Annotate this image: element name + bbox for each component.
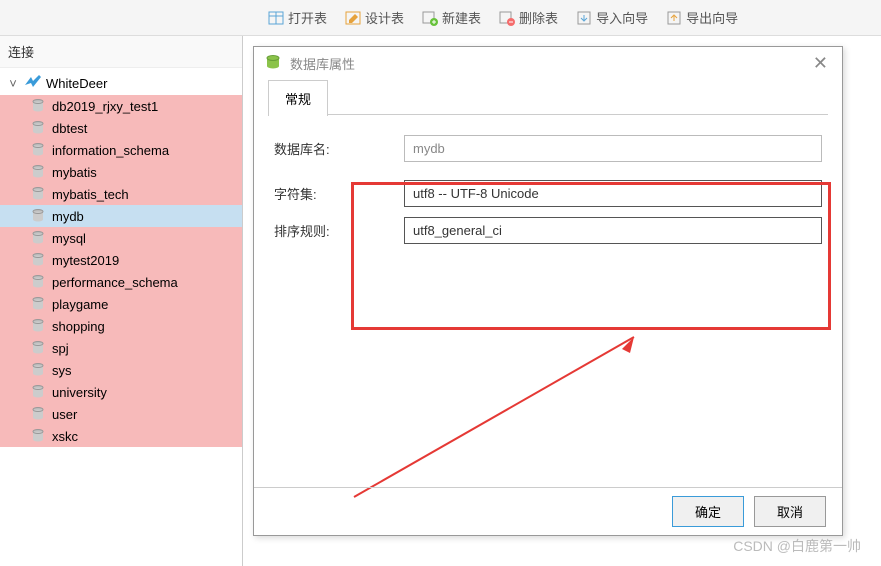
design-label: 设计表 xyxy=(365,8,404,27)
database-icon xyxy=(30,142,46,158)
form: 数据库名: 字符集: utf8 -- UTF-8 Unicode 排序规则: u… xyxy=(254,115,842,274)
database-label: shopping xyxy=(52,319,105,334)
database-node[interactable]: dbtest xyxy=(0,117,242,139)
database-label: db2019_rjxy_test1 xyxy=(52,99,158,114)
database-icon xyxy=(30,274,46,290)
table-icon xyxy=(268,10,284,26)
database-icon xyxy=(30,340,46,356)
database-icon xyxy=(30,98,46,114)
toolbar: 打开表 设计表 新建表 删除表 导入向导 导出向导 xyxy=(0,0,881,36)
connection-node[interactable]: ˅ WhiteDeer xyxy=(0,72,242,95)
database-node[interactable]: xskc xyxy=(0,425,242,447)
database-node[interactable]: university xyxy=(0,381,242,403)
database-node[interactable]: mybatis xyxy=(0,161,242,183)
dialog-footer: 确定 取消 xyxy=(254,487,842,535)
import-button[interactable]: 导入向导 xyxy=(568,4,656,31)
database-icon xyxy=(30,384,46,400)
collation-select[interactable]: utf8_general_ci xyxy=(404,217,822,244)
collation-label: 排序规则: xyxy=(274,221,404,240)
connection-icon xyxy=(24,75,42,92)
database-label: sys xyxy=(52,363,72,378)
database-icon xyxy=(30,296,46,312)
import-icon xyxy=(576,10,592,26)
database-label: spj xyxy=(52,341,69,356)
dbname-label: 数据库名: xyxy=(274,139,404,158)
database-node[interactable]: mydb xyxy=(0,205,242,227)
database-icon xyxy=(30,230,46,246)
sidebar: 连接 ˅ WhiteDeer db2019_rjxy_test1dbtest in… xyxy=(0,36,243,566)
database-icon xyxy=(30,252,46,268)
database-label: information_schema xyxy=(52,143,169,158)
design-table-button[interactable]: 设计表 xyxy=(337,4,412,31)
dbname-field[interactable] xyxy=(404,135,822,162)
database-node[interactable]: shopping xyxy=(0,315,242,337)
database-label: playgame xyxy=(52,297,108,312)
database-label: dbtest xyxy=(52,121,87,136)
database-node[interactable]: performance_schema xyxy=(0,271,242,293)
new-icon xyxy=(422,10,438,26)
database-node[interactable]: sys xyxy=(0,359,242,381)
database-node[interactable]: playgame xyxy=(0,293,242,315)
tab-general[interactable]: 常规 xyxy=(268,80,328,116)
database-properties-dialog: 数据库属性 ✕ 常规 数据库名: 字符集: utf8 -- UTF-8 Unic… xyxy=(253,46,843,536)
new-table-button[interactable]: 新建表 xyxy=(414,4,489,31)
database-node[interactable]: information_schema xyxy=(0,139,242,161)
database-icon xyxy=(30,406,46,422)
delete-table-button[interactable]: 删除表 xyxy=(491,4,566,31)
database-icon xyxy=(30,318,46,334)
database-label: mybatis_tech xyxy=(52,187,129,202)
database-node[interactable]: mytest2019 xyxy=(0,249,242,271)
database-label: university xyxy=(52,385,107,400)
cancel-button[interactable]: 取消 xyxy=(754,496,826,527)
connection-label: WhiteDeer xyxy=(46,76,107,91)
annotation-arrow xyxy=(334,327,654,507)
database-icon xyxy=(30,120,46,136)
new-label: 新建表 xyxy=(442,8,481,27)
database-icon xyxy=(30,428,46,444)
open-table-button[interactable]: 打开表 xyxy=(260,4,335,31)
database-label: xskc xyxy=(52,429,78,444)
import-label: 导入向导 xyxy=(596,8,648,27)
watermark: CSDN @白鹿第一帅 xyxy=(733,536,861,556)
open-label: 打开表 xyxy=(288,8,327,27)
database-label: mytest2019 xyxy=(52,253,119,268)
close-icon[interactable]: ✕ xyxy=(809,53,832,74)
database-label: mysql xyxy=(52,231,86,246)
export-icon xyxy=(666,10,682,26)
export-label: 导出向导 xyxy=(686,8,738,27)
database-icon xyxy=(264,54,282,72)
ok-button[interactable]: 确定 xyxy=(672,496,744,527)
tabs: 常规 xyxy=(254,79,842,115)
content-area: 数据库属性 ✕ 常规 数据库名: 字符集: utf8 -- UTF-8 Unic… xyxy=(243,36,881,566)
connection-tree: ˅ WhiteDeer db2019_rjxy_test1dbtest infor… xyxy=(0,68,242,451)
database-icon xyxy=(30,362,46,378)
sidebar-header: 连接 xyxy=(0,36,242,68)
database-node[interactable]: db2019_rjxy_test1 xyxy=(0,95,242,117)
database-node[interactable]: spj xyxy=(0,337,242,359)
design-icon xyxy=(345,10,361,26)
dialog-titlebar[interactable]: 数据库属性 ✕ xyxy=(254,47,842,79)
database-node[interactable]: mybatis_tech xyxy=(0,183,242,205)
database-label: mybatis xyxy=(52,165,97,180)
database-node[interactable]: user xyxy=(0,403,242,425)
chevron-down-icon: ˅ xyxy=(6,76,20,91)
database-label: user xyxy=(52,407,77,422)
dialog-title-text: 数据库属性 xyxy=(290,54,355,73)
delete-icon xyxy=(499,10,515,26)
database-label: performance_schema xyxy=(52,275,178,290)
database-icon xyxy=(30,186,46,202)
database-icon xyxy=(30,208,46,224)
delete-label: 删除表 xyxy=(519,8,558,27)
database-node[interactable]: mysql xyxy=(0,227,242,249)
charset-select[interactable]: utf8 -- UTF-8 Unicode xyxy=(404,180,822,207)
database-icon xyxy=(30,164,46,180)
export-button[interactable]: 导出向导 xyxy=(658,4,746,31)
database-label: mydb xyxy=(52,209,84,224)
charset-label: 字符集: xyxy=(274,184,404,203)
